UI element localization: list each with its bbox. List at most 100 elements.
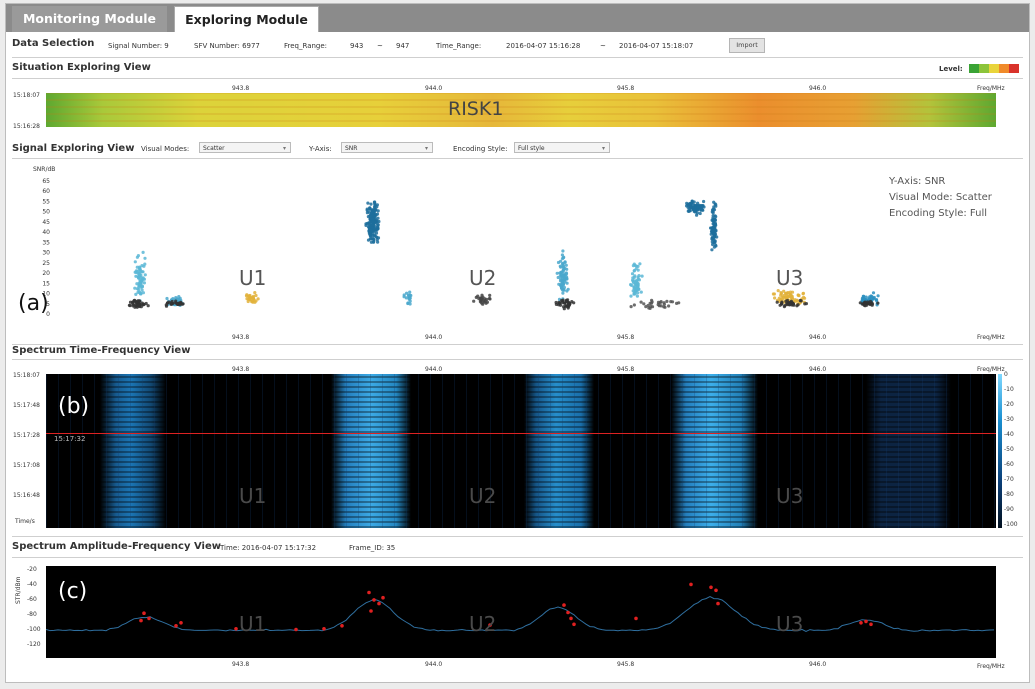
snr-point	[472, 299, 476, 303]
snr-point	[788, 290, 793, 294]
risk-heat-bar[interactable]: RISK1	[46, 93, 996, 127]
tf-freq-tick: 944.0	[425, 366, 443, 373]
peak-marker	[716, 601, 720, 606]
situation-view-title: Situation Exploring View	[12, 62, 151, 73]
snr-point	[640, 274, 644, 278]
snr-point	[170, 299, 174, 304]
spectrogram[interactable]: 15:17:32	[46, 374, 996, 528]
snr-point	[254, 293, 258, 298]
divider	[12, 359, 1023, 360]
snr-point	[137, 290, 142, 294]
amplitude-plot[interactable]	[46, 566, 996, 658]
amplitude-curve	[46, 596, 995, 632]
colorbar-tick: -80	[1004, 491, 1014, 498]
snr-point	[376, 240, 380, 244]
peak-marker	[714, 588, 718, 593]
snr-point	[787, 301, 792, 305]
snr-point	[572, 301, 576, 305]
af-freq-tick: 943.8	[232, 661, 250, 668]
app-window: Monitoring Module Exploring Module Data …	[5, 3, 1030, 683]
snr-point	[180, 302, 184, 306]
amplitude-y-tick: -20	[27, 566, 37, 573]
peak-marker	[234, 627, 238, 631]
peak-marker	[709, 585, 713, 590]
snr-point	[138, 271, 142, 275]
tf-time-tick: 15:16:48	[13, 492, 40, 499]
snr-point	[245, 297, 249, 301]
snr-point	[483, 299, 487, 303]
module-tab-bar: Monitoring Module Exploring Module	[6, 4, 1029, 32]
peak-marker	[381, 595, 385, 600]
user-label-u2: U2	[469, 612, 497, 636]
encoding-style-select[interactable]: Full style ▾	[514, 142, 610, 153]
snr-point	[632, 269, 637, 273]
peak-marker	[566, 610, 570, 615]
scatter-freq-tick: 944.0	[425, 334, 443, 341]
snr-point	[554, 302, 559, 306]
snr-tick-label: 45	[42, 219, 50, 226]
y-axis-value: SNR	[345, 145, 358, 152]
user-label-u1: U1	[239, 484, 267, 508]
snr-point	[712, 231, 716, 235]
snr-point	[711, 228, 715, 232]
snr-point	[561, 256, 566, 260]
user-label-u3: U3	[776, 612, 804, 636]
snr-point	[139, 285, 143, 289]
level-swatch-5	[1009, 64, 1019, 73]
snr-point	[696, 205, 700, 209]
snr-point	[560, 253, 565, 257]
tf-time-unit: Time/s	[15, 518, 35, 525]
freq-range-label: Freq_Range:	[284, 42, 328, 50]
snr-point	[563, 301, 567, 305]
snr-point	[799, 299, 803, 303]
snr-point	[871, 291, 876, 295]
panel-label-c: (c)	[58, 579, 88, 604]
situation-freq-tick: 944.0	[425, 85, 443, 92]
snr-point	[370, 223, 375, 227]
snr-point	[562, 285, 567, 290]
tab-monitoring-module[interactable]: Monitoring Module	[12, 6, 167, 32]
time-cursor-line[interactable]	[46, 433, 996, 434]
import-button[interactable]: Import	[729, 38, 765, 53]
snr-point	[712, 205, 716, 209]
divider	[12, 158, 1023, 159]
snr-point	[642, 302, 646, 306]
peak-marker	[147, 616, 151, 621]
snr-point	[710, 248, 714, 252]
af-time: Time: 2016-04-07 15:17:32	[220, 544, 317, 552]
peak-marker	[322, 627, 326, 631]
snr-point	[165, 296, 169, 301]
tab-exploring-module[interactable]: Exploring Module	[174, 6, 319, 32]
scatter-info-box: Y-Axis: SNR Visual Mode: Scatter Encodin…	[889, 174, 992, 222]
snr-point	[139, 282, 143, 286]
snr-point	[657, 304, 662, 308]
peak-marker	[377, 601, 381, 606]
snr-point	[374, 208, 378, 212]
visual-modes-value: Scatter	[203, 145, 225, 152]
freq-range-to[interactable]: 947	[396, 42, 409, 50]
snr-point	[872, 295, 876, 300]
tf-freq-tick: 945.8	[617, 366, 635, 373]
snr-scatter-plot[interactable]: 65605550454035302520151050	[6, 164, 1030, 342]
snr-point	[143, 262, 147, 266]
situation-freq-unit: Freq/MHz	[977, 85, 1005, 92]
snr-point	[702, 199, 706, 204]
snr-point	[782, 305, 787, 309]
snr-point	[562, 268, 566, 272]
data-selection-title: Data Selection	[12, 38, 95, 49]
colorbar-tick: -90	[1004, 506, 1014, 513]
time-range-from[interactable]: 2016-04-07 15:16:28	[506, 42, 580, 50]
snr-point	[478, 300, 482, 304]
time-range-to[interactable]: 2016-04-07 15:18:07	[619, 42, 693, 50]
snr-tick-label: 60	[42, 188, 50, 195]
sfv-number: SFV Number: 6977	[194, 42, 260, 50]
colorbar-tick: -20	[1004, 401, 1014, 408]
user-label-u1: U1	[239, 612, 267, 636]
freq-range-from[interactable]: 943	[350, 42, 363, 50]
y-axis-select[interactable]: SNR ▾	[341, 142, 433, 153]
snr-tick-label: 25	[42, 260, 50, 267]
visual-modes-select[interactable]: Scatter ▾	[199, 142, 291, 153]
snr-point	[136, 254, 140, 258]
snr-point	[868, 295, 872, 299]
snr-point	[633, 292, 637, 296]
